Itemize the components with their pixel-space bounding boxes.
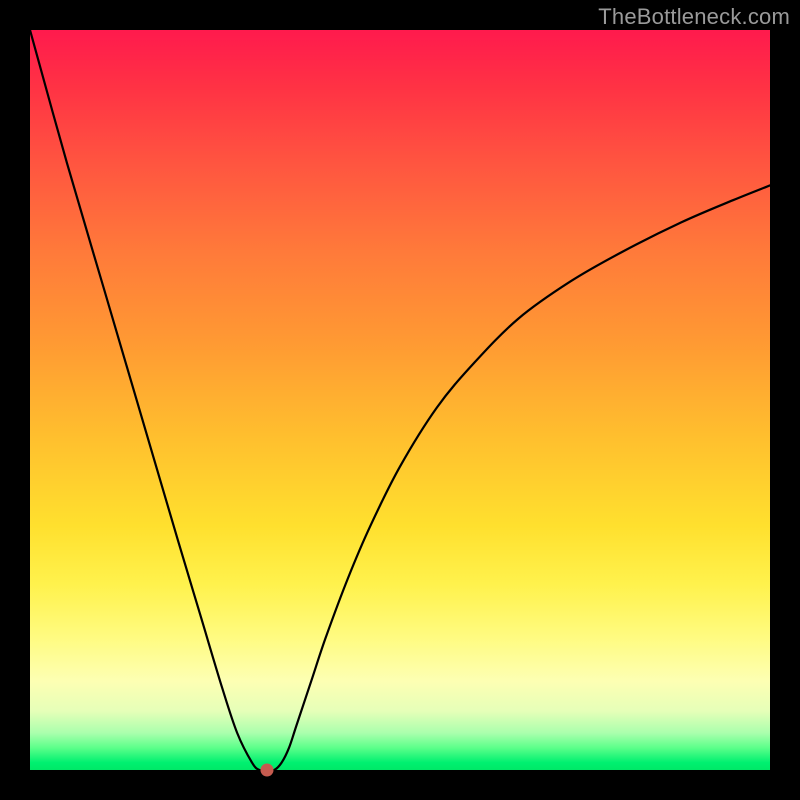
plot-area (30, 30, 770, 770)
optimum-marker (260, 764, 273, 777)
chart-frame: TheBottleneck.com (0, 0, 800, 800)
watermark-text: TheBottleneck.com (598, 4, 790, 30)
bottleneck-curve (30, 30, 770, 770)
